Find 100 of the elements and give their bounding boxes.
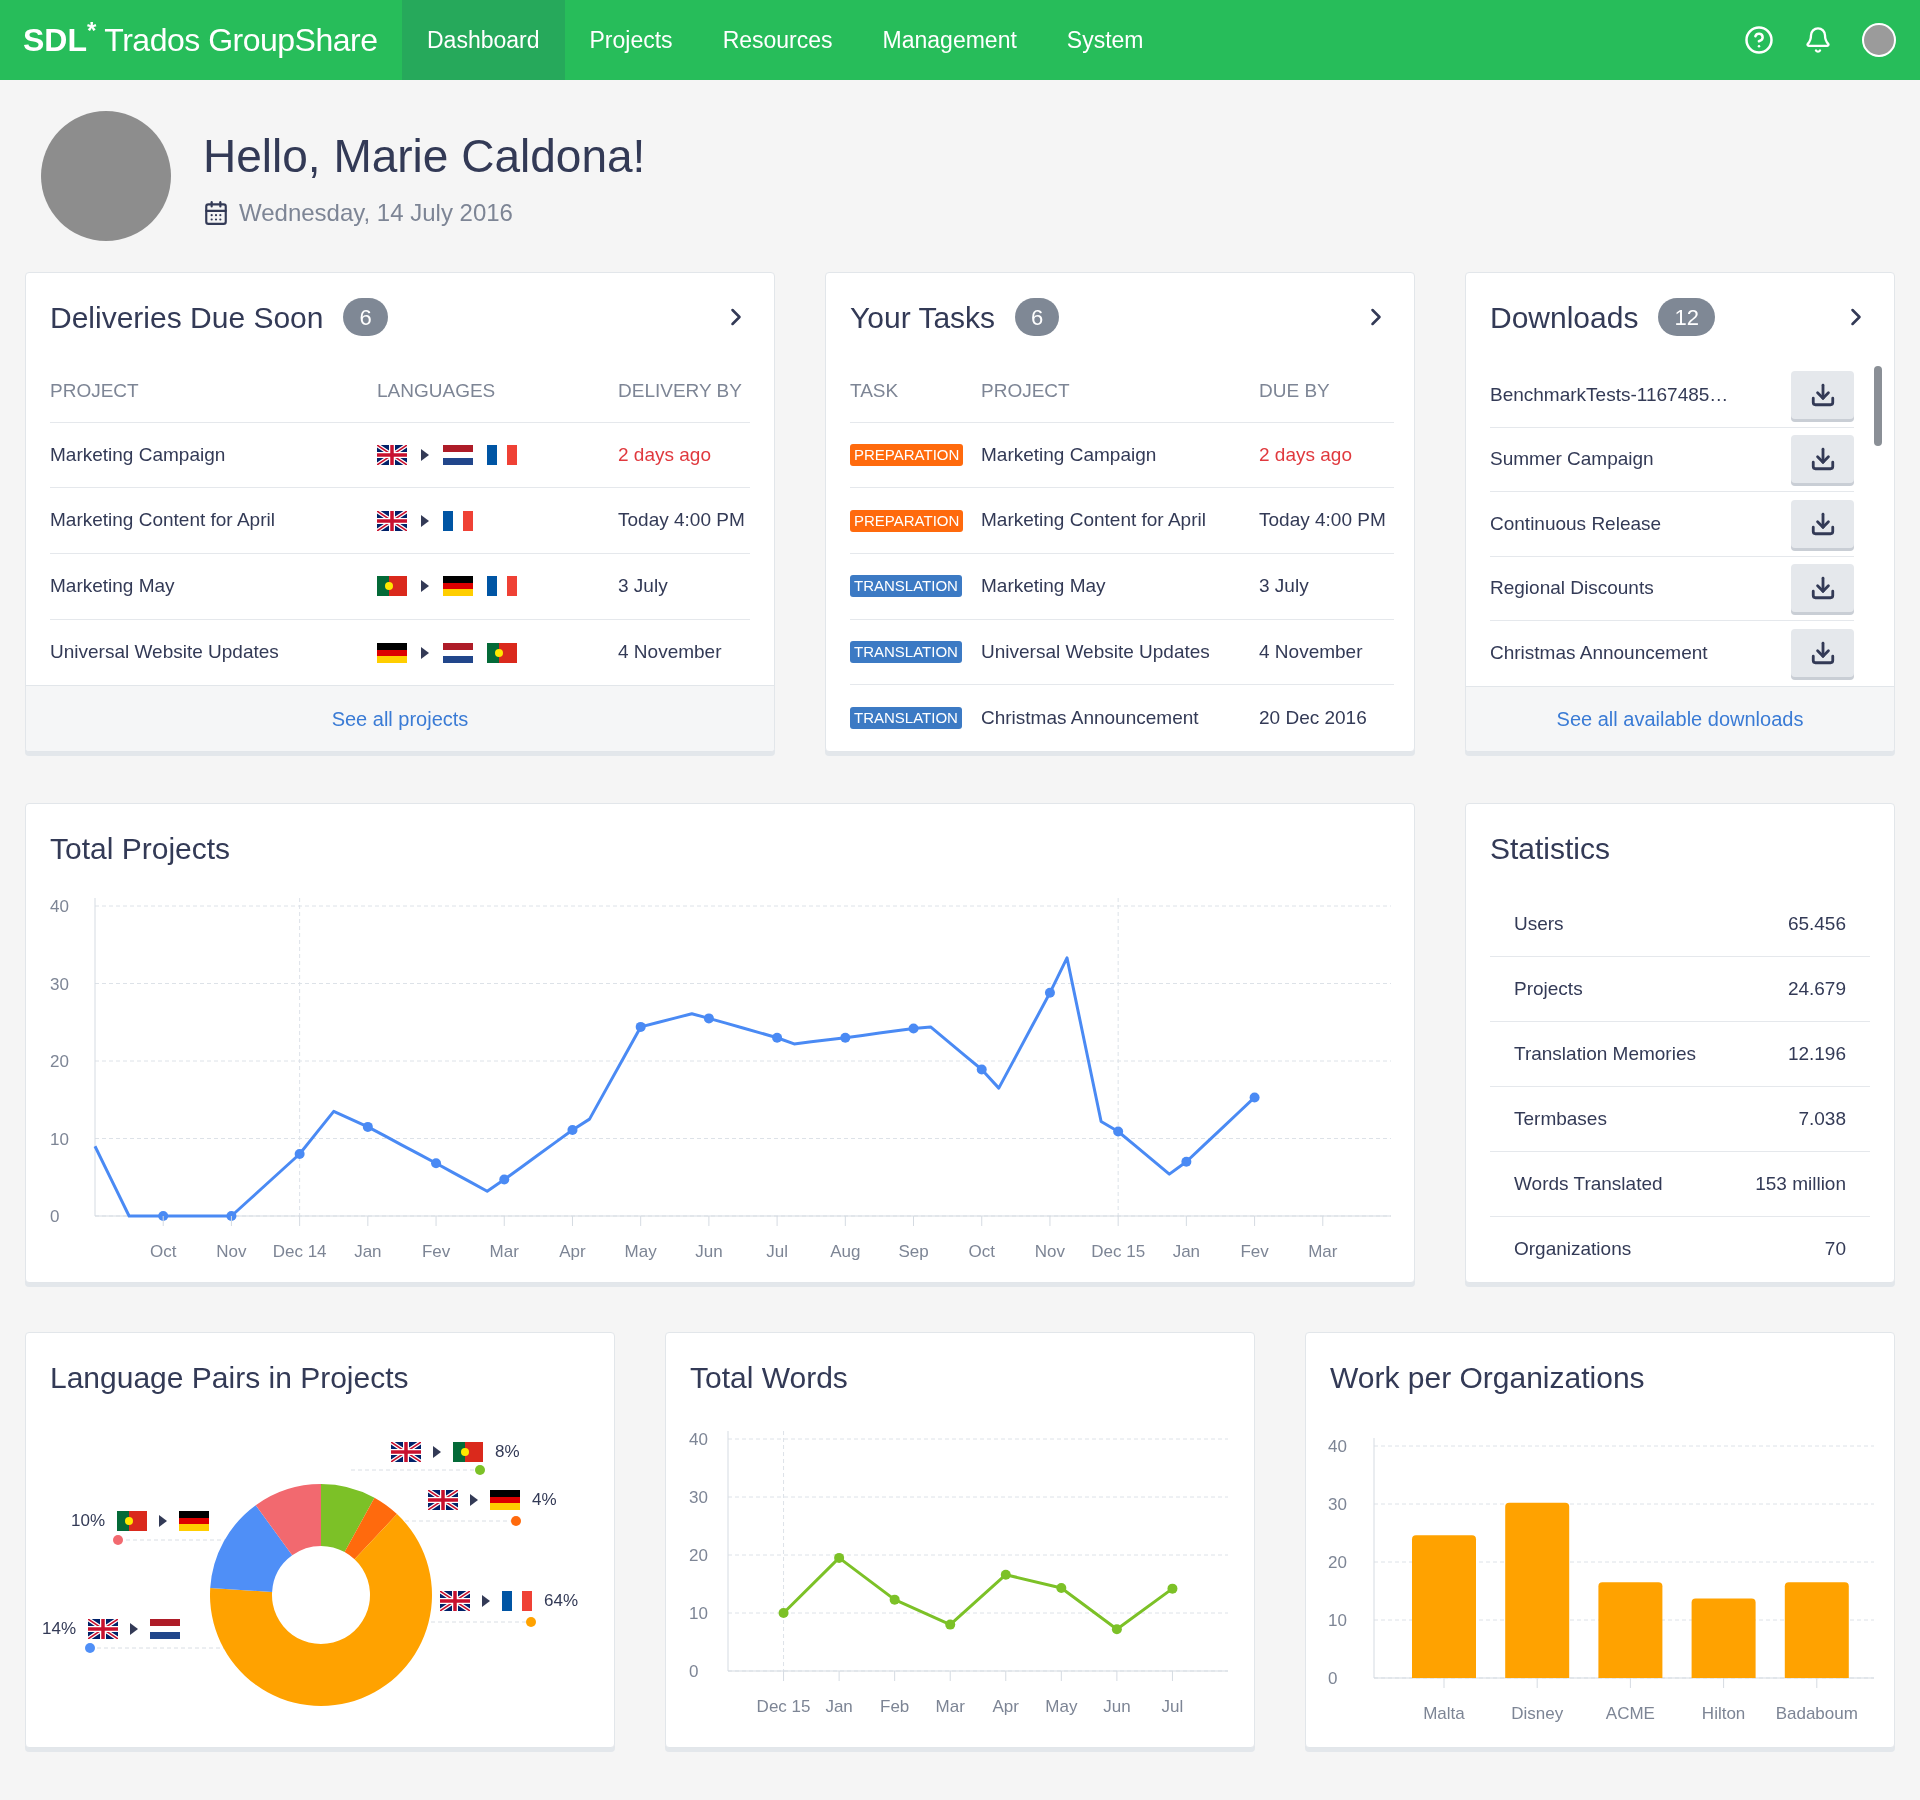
y-axis-label: 20 <box>1328 1553 1347 1572</box>
data-point <box>840 1032 851 1043</box>
dutch-flag-icon <box>443 445 473 465</box>
card-title: Downloads <box>1490 299 1639 336</box>
x-axis-label: Aug <box>830 1242 861 1261</box>
y-axis-label: 10 <box>50 1129 69 1149</box>
column-header: DUE BY <box>1259 379 1331 404</box>
statistic-label: Projects <box>1514 976 1583 1001</box>
y-axis-label: 30 <box>50 974 69 994</box>
nav-tab[interactable]: Projects <box>564 0 698 80</box>
german-flag-icon <box>377 642 407 663</box>
column-header: DELIVERY BY <box>618 379 743 404</box>
percentage-label: 10% <box>71 1510 106 1533</box>
delivery-date: Today 4:00 PM <box>618 508 746 533</box>
download-button[interactable] <box>1791 499 1854 548</box>
x-axis-label: Mar <box>489 1242 519 1261</box>
statistic-label: Users <box>1514 911 1564 936</box>
caret-icon <box>421 646 429 659</box>
data-point <box>772 1032 783 1043</box>
union-jack-flag-icon <box>428 1490 458 1510</box>
data-point <box>158 1211 169 1221</box>
percentage-label: 14% <box>42 1618 77 1641</box>
logo-product: Trados GroupShare <box>104 21 378 60</box>
project-name: Marketing Content for April <box>50 508 276 533</box>
y-axis-label: 10 <box>1328 1611 1347 1630</box>
project-name: Marketing Campaign <box>50 442 227 467</box>
statistic-value: 153 million <box>1755 1171 1846 1196</box>
app-logo[interactable]: SDL$^{*}$ Trados GroupShare <box>0 16 402 64</box>
data-point <box>976 1064 987 1075</box>
statistic-label: Translation Memories <box>1514 1041 1696 1066</box>
data-point <box>226 1211 237 1221</box>
project-name: Marketing Campaign <box>981 442 1158 467</box>
data-point <box>778 1608 789 1618</box>
task-badge: PREPARATION <box>850 509 964 532</box>
x-axis-label: Oct <box>968 1242 995 1261</box>
x-axis-label: Hilton <box>1701 1704 1746 1723</box>
y-axis-label: 0 <box>1328 1669 1338 1688</box>
download-button[interactable] <box>1791 629 1854 678</box>
project-name: Universal Website Updates <box>981 639 1211 664</box>
data-point <box>908 1023 919 1034</box>
x-axis-label: Jun <box>695 1242 723 1261</box>
caret-icon <box>421 514 429 527</box>
download-button[interactable] <box>1791 370 1854 419</box>
x-axis-label: Fev <box>1240 1242 1269 1261</box>
card-title: Statistics <box>1490 830 1611 867</box>
caret-icon <box>159 1515 168 1527</box>
nav-tab[interactable]: Management <box>857 0 1042 80</box>
task-badge: PREPARATION <box>850 444 964 466</box>
calendar-icon <box>203 199 229 226</box>
data-point <box>362 1121 373 1132</box>
card-title: Your Tasks <box>850 299 996 336</box>
project-name: Christmas Announcement <box>981 705 1200 730</box>
percentage-label: 4% <box>532 1489 557 1512</box>
y-axis-label: 10 <box>689 1604 708 1623</box>
x-axis-label: Jul <box>766 1242 788 1261</box>
due-date: Today 4:00 PM <box>1259 508 1387 533</box>
download-icon <box>1809 510 1836 537</box>
portuguese-flag-icon <box>453 1442 483 1462</box>
nav-tab[interactable]: System <box>1041 0 1169 80</box>
portuguese-flag-icon <box>377 576 407 597</box>
project-name: Universal Website Updates <box>50 640 280 665</box>
statistic-label: Organizations <box>1514 1237 1632 1262</box>
french-flag-icon <box>487 576 517 597</box>
union-jack-flag-icon <box>88 1619 119 1639</box>
scrollbar-thumb[interactable] <box>1874 366 1882 446</box>
delivery-date: 3 July <box>618 574 669 599</box>
x-axis-label: Apr <box>559 1242 586 1261</box>
count-badge: 12 <box>1658 298 1715 336</box>
greeting-date: Wednesday, 14 July 2016 <box>239 197 513 228</box>
x-axis-label: Dec 14 <box>272 1242 327 1261</box>
statistic-label: Words Translated <box>1514 1171 1663 1196</box>
nav-tab[interactable]: Dashboard <box>402 0 565 80</box>
download-button[interactable] <box>1791 435 1854 484</box>
data-point <box>945 1619 956 1630</box>
german-flag-icon <box>179 1511 210 1531</box>
x-axis-label: May <box>1045 1697 1078 1716</box>
caret-icon <box>421 580 429 593</box>
caret-icon <box>482 1595 490 1607</box>
x-axis-label: Sep <box>898 1242 929 1261</box>
user-avatar[interactable] <box>1862 23 1896 57</box>
percentage-label: 8% <box>495 1441 520 1464</box>
see-all-downloads-link[interactable]: See all available downloads <box>1556 703 1804 734</box>
data-point <box>431 1158 442 1169</box>
project-name: Marketing May <box>50 574 176 599</box>
x-axis-label: Nov <box>1034 1242 1066 1261</box>
count-badge: 6 <box>1015 298 1060 336</box>
data-point <box>1111 1624 1122 1635</box>
due-date: 2 days ago <box>1259 442 1353 467</box>
task-badge: TRANSLATION <box>850 641 962 664</box>
see-all-projects-link[interactable]: See all projects <box>331 703 469 734</box>
task-badge: TRANSLATION <box>850 575 962 598</box>
dutch-flag-icon <box>443 642 473 663</box>
y-axis-label: 20 <box>689 1546 708 1565</box>
download-icon <box>1809 381 1836 408</box>
y-axis-label: 40 <box>50 897 69 916</box>
nav-tab[interactable]: Resources <box>697 0 858 80</box>
x-axis-label: Mar <box>1308 1242 1338 1261</box>
download-button[interactable] <box>1791 564 1854 613</box>
dutch-flag-icon <box>150 1619 181 1639</box>
french-flag-icon <box>487 445 517 465</box>
